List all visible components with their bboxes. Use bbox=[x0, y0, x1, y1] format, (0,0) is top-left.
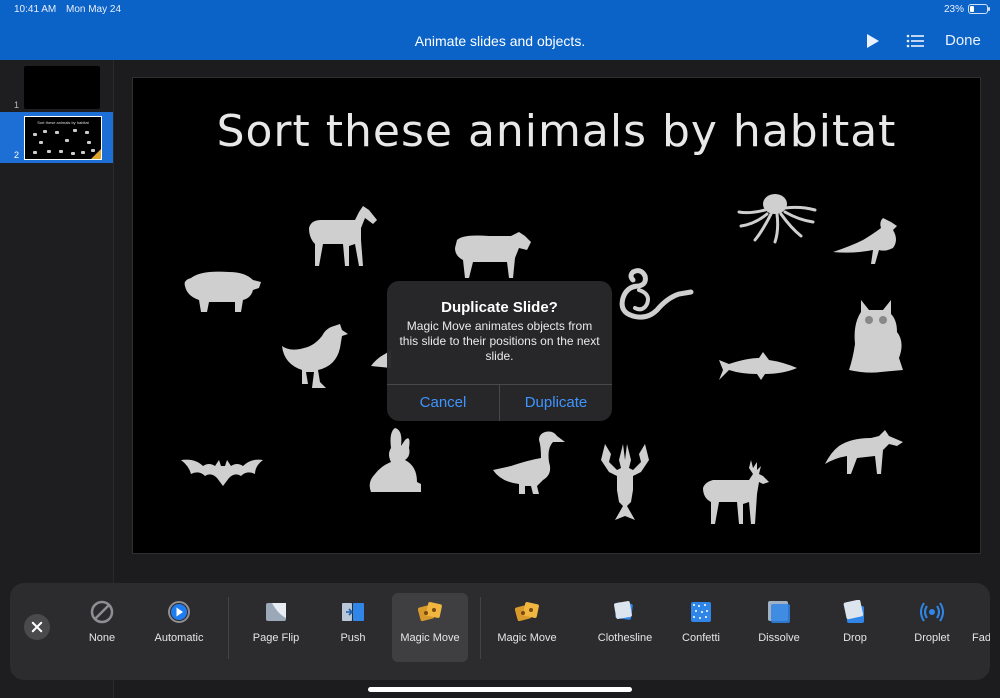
list-icon[interactable] bbox=[906, 34, 924, 48]
divider bbox=[480, 597, 481, 659]
transition-label: Clothesline bbox=[597, 632, 653, 644]
transition-push[interactable]: Push bbox=[328, 593, 378, 662]
status-time: 10:41 AM bbox=[14, 4, 57, 15]
transition-magic-move[interactable]: Magic Move bbox=[494, 593, 560, 662]
app-root: 10:41 AM Mon May 24 23% Animate slides a… bbox=[0, 0, 1000, 698]
transition-label: Confetti bbox=[682, 632, 720, 644]
slide-thumbnail-2-selected[interactable]: 2 Sort these animals by habitat bbox=[0, 112, 113, 163]
transition-droplet[interactable]: Droplet bbox=[904, 593, 960, 662]
deer-image[interactable] bbox=[701, 458, 771, 528]
battery-percent: 23% bbox=[943, 4, 964, 15]
transition-automatic[interactable]: Automatic bbox=[144, 593, 214, 662]
play-icon[interactable] bbox=[866, 33, 880, 49]
transition-picker: None Automatic Page Flip Push Magic Move… bbox=[10, 583, 990, 680]
confetti-icon bbox=[691, 602, 711, 622]
home-indicator[interactable] bbox=[368, 687, 632, 692]
header-bar: 10:41 AM Mon May 24 23% Animate slides a… bbox=[0, 0, 1000, 60]
transition-confetti[interactable]: Confetti bbox=[674, 593, 728, 662]
automatic-icon bbox=[168, 601, 190, 623]
transition-drop[interactable]: Drop bbox=[828, 593, 882, 662]
build-badge bbox=[91, 149, 101, 159]
dissolve-icon bbox=[768, 601, 790, 623]
shark-image[interactable] bbox=[717, 350, 799, 386]
slide-number-2: 2 bbox=[14, 150, 20, 160]
transition-label: Dissolve bbox=[758, 632, 800, 644]
transition-label: Fad bbox=[972, 632, 990, 644]
transition-clothesline[interactable]: Clothesline bbox=[594, 593, 656, 662]
transition-label: Magic Move bbox=[400, 632, 460, 644]
none-icon bbox=[90, 600, 114, 624]
octopus-image[interactable] bbox=[735, 192, 817, 244]
status-date: Mon May 24 bbox=[66, 4, 122, 15]
chicken-image[interactable] bbox=[278, 322, 348, 392]
transition-label: Page Flip bbox=[252, 632, 300, 644]
header-title: Animate slides and objects. bbox=[414, 33, 586, 49]
magic-move-icon bbox=[515, 602, 539, 622]
transition-label: None bbox=[88, 632, 116, 644]
push-icon bbox=[342, 603, 364, 621]
rabbit-image[interactable] bbox=[365, 426, 425, 496]
transition-fade[interactable]: Fad bbox=[972, 593, 990, 662]
duplicate-button[interactable]: Duplicate bbox=[500, 385, 612, 421]
droplet-icon bbox=[920, 602, 944, 622]
battery-icon bbox=[968, 4, 990, 14]
divider bbox=[228, 597, 229, 659]
transition-label: Automatic bbox=[154, 632, 204, 644]
slide-thumbnail-2: Sort these animals by habitat bbox=[24, 116, 102, 160]
transition-magic-move-selected[interactable]: Magic Move bbox=[392, 593, 468, 662]
dialog-title: Duplicate Slide? bbox=[441, 299, 558, 316]
dialog-message: Magic Move animates objects from this sl… bbox=[399, 319, 600, 363]
transition-label: Droplet bbox=[914, 632, 950, 644]
close-icon[interactable] bbox=[24, 614, 50, 640]
cow-image[interactable] bbox=[449, 230, 533, 280]
transition-dissolve[interactable]: Dissolve bbox=[750, 593, 808, 662]
goose-image[interactable] bbox=[491, 430, 573, 496]
wolf-image[interactable] bbox=[823, 428, 905, 478]
duplicate-slide-dialog: Duplicate Slide? Magic Move animates obj… bbox=[387, 281, 612, 421]
lobster-image[interactable] bbox=[597, 440, 653, 524]
page-flip-icon bbox=[266, 603, 286, 621]
transition-page-flip[interactable]: Page Flip bbox=[242, 593, 310, 662]
owl-image[interactable] bbox=[845, 298, 907, 376]
drop-icon bbox=[843, 600, 864, 623]
slide-number-1: 1 bbox=[14, 100, 20, 110]
transition-label: Push bbox=[340, 632, 366, 644]
bird-image[interactable] bbox=[833, 216, 915, 272]
clothesline-icon bbox=[614, 601, 633, 620]
transition-none[interactable]: None bbox=[72, 593, 132, 662]
horse-image[interactable] bbox=[305, 204, 379, 268]
snake-image[interactable] bbox=[617, 264, 695, 322]
slide-title[interactable]: Sort these animals by habitat bbox=[133, 106, 980, 157]
magic-move-icon bbox=[418, 602, 442, 622]
battery-fill bbox=[970, 6, 974, 12]
transition-label: Drop bbox=[843, 632, 867, 644]
bat-image[interactable] bbox=[181, 452, 263, 488]
pig-image[interactable] bbox=[181, 268, 263, 314]
transition-label: Magic Move bbox=[497, 632, 557, 644]
thumbnail-title: Sort these animals by habitat bbox=[37, 120, 89, 125]
slide-thumbnail-1[interactable] bbox=[24, 66, 100, 109]
done-button[interactable]: Done bbox=[945, 32, 981, 49]
cancel-button[interactable]: Cancel bbox=[387, 385, 499, 421]
